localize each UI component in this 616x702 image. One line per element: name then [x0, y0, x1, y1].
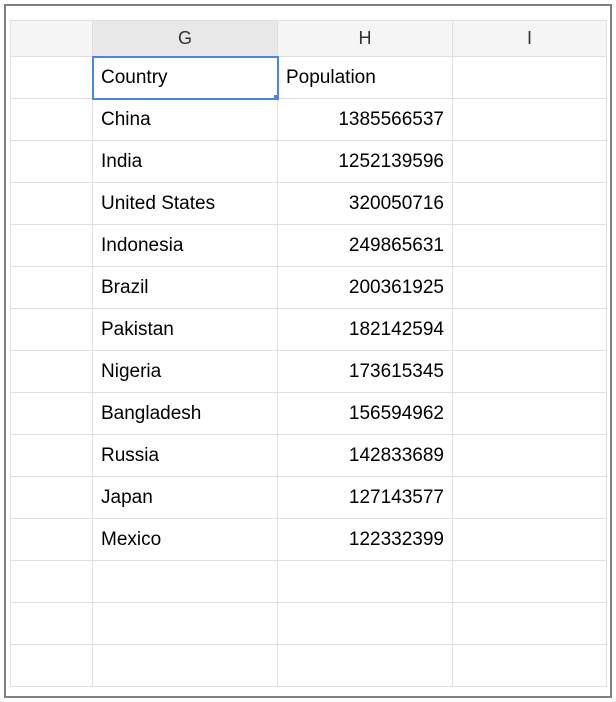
cell-g[interactable]: Bangladesh: [93, 393, 278, 435]
column-header-g[interactable]: G: [93, 21, 278, 57]
cell-i[interactable]: [453, 141, 607, 183]
cell-g[interactable]: Japan: [93, 477, 278, 519]
cell-i[interactable]: [453, 351, 607, 393]
cell-g[interactable]: Country: [93, 57, 278, 99]
cell-g[interactable]: Brazil: [93, 267, 278, 309]
table-row: Brazil200361925: [11, 267, 607, 309]
cell-g[interactable]: India: [93, 141, 278, 183]
table-row: United States320050716: [11, 183, 607, 225]
row-header[interactable]: [11, 183, 93, 225]
cell-i[interactable]: [453, 183, 607, 225]
table-row: Nigeria173615345: [11, 351, 607, 393]
cell-i[interactable]: [453, 57, 607, 99]
cell-g[interactable]: Mexico: [93, 519, 278, 561]
cell-i[interactable]: [453, 393, 607, 435]
row-header[interactable]: [11, 99, 93, 141]
cell-h[interactable]: 1385566537: [278, 99, 453, 141]
table-row: [11, 603, 607, 645]
cell-i[interactable]: [453, 645, 607, 687]
column-header-h[interactable]: H: [278, 21, 453, 57]
cell-g[interactable]: China: [93, 99, 278, 141]
cell-g[interactable]: [93, 645, 278, 687]
cell-h[interactable]: 156594962: [278, 393, 453, 435]
cell-i[interactable]: [453, 309, 607, 351]
cell-h[interactable]: [278, 603, 453, 645]
cell-i[interactable]: [453, 561, 607, 603]
table-row: [11, 645, 607, 687]
cell-h[interactable]: [278, 645, 453, 687]
cell-g[interactable]: [93, 561, 278, 603]
row-header[interactable]: [11, 57, 93, 99]
cell-h[interactable]: 182142594: [278, 309, 453, 351]
table-row: Japan127143577: [11, 477, 607, 519]
select-all-corner[interactable]: [11, 21, 93, 57]
grid: G H I CountryPopulationChina1385566537In…: [10, 20, 607, 687]
table-row: Indonesia249865631: [11, 225, 607, 267]
table-row: Country Population: [11, 57, 607, 99]
row-header[interactable]: [11, 435, 93, 477]
table-row: India1252139596: [11, 141, 607, 183]
cell-h[interactable]: 122332399: [278, 519, 453, 561]
cell-i[interactable]: [453, 519, 607, 561]
cell-i[interactable]: [453, 603, 607, 645]
cell-i[interactable]: [453, 477, 607, 519]
row-header[interactable]: [11, 603, 93, 645]
table-row: Pakistan182142594: [11, 309, 607, 351]
table-row: Russia142833689: [11, 435, 607, 477]
row-header[interactable]: [11, 519, 93, 561]
cell-g[interactable]: Pakistan: [93, 309, 278, 351]
table-row: [11, 561, 607, 603]
row-header[interactable]: [11, 351, 93, 393]
column-header-row: G H I: [11, 21, 607, 57]
table-row: Mexico122332399: [11, 519, 607, 561]
row-header[interactable]: [11, 225, 93, 267]
cell-i[interactable]: [453, 99, 607, 141]
column-header-i[interactable]: I: [453, 21, 607, 57]
row-header[interactable]: [11, 141, 93, 183]
row-header[interactable]: [11, 393, 93, 435]
row-header[interactable]: [11, 267, 93, 309]
cell-g[interactable]: United States: [93, 183, 278, 225]
cell-value: Country: [101, 67, 168, 88]
cell-h[interactable]: 127143577: [278, 477, 453, 519]
cell-h[interactable]: 200361925: [278, 267, 453, 309]
cell-h[interactable]: 173615345: [278, 351, 453, 393]
spreadsheet: G H I CountryPopulationChina1385566537In…: [4, 4, 612, 698]
row-header[interactable]: [11, 561, 93, 603]
cell-h[interactable]: Population: [278, 57, 453, 99]
cell-h[interactable]: 142833689: [278, 435, 453, 477]
cell-g[interactable]: Nigeria: [93, 351, 278, 393]
row-header[interactable]: [11, 645, 93, 687]
row-header[interactable]: [11, 309, 93, 351]
cell-g[interactable]: [93, 603, 278, 645]
cell-i[interactable]: [453, 267, 607, 309]
cell-g[interactable]: Indonesia: [93, 225, 278, 267]
table-row: China1385566537: [11, 99, 607, 141]
table-row: Bangladesh156594962: [11, 393, 607, 435]
cell-i[interactable]: [453, 435, 607, 477]
cell-i[interactable]: [453, 225, 607, 267]
cell-g[interactable]: Russia: [93, 435, 278, 477]
cell-h[interactable]: [278, 561, 453, 603]
fill-handle[interactable]: [274, 95, 278, 99]
cell-h[interactable]: 320050716: [278, 183, 453, 225]
cell-h[interactable]: 249865631: [278, 225, 453, 267]
row-header[interactable]: [11, 477, 93, 519]
cell-h[interactable]: 1252139596: [278, 141, 453, 183]
